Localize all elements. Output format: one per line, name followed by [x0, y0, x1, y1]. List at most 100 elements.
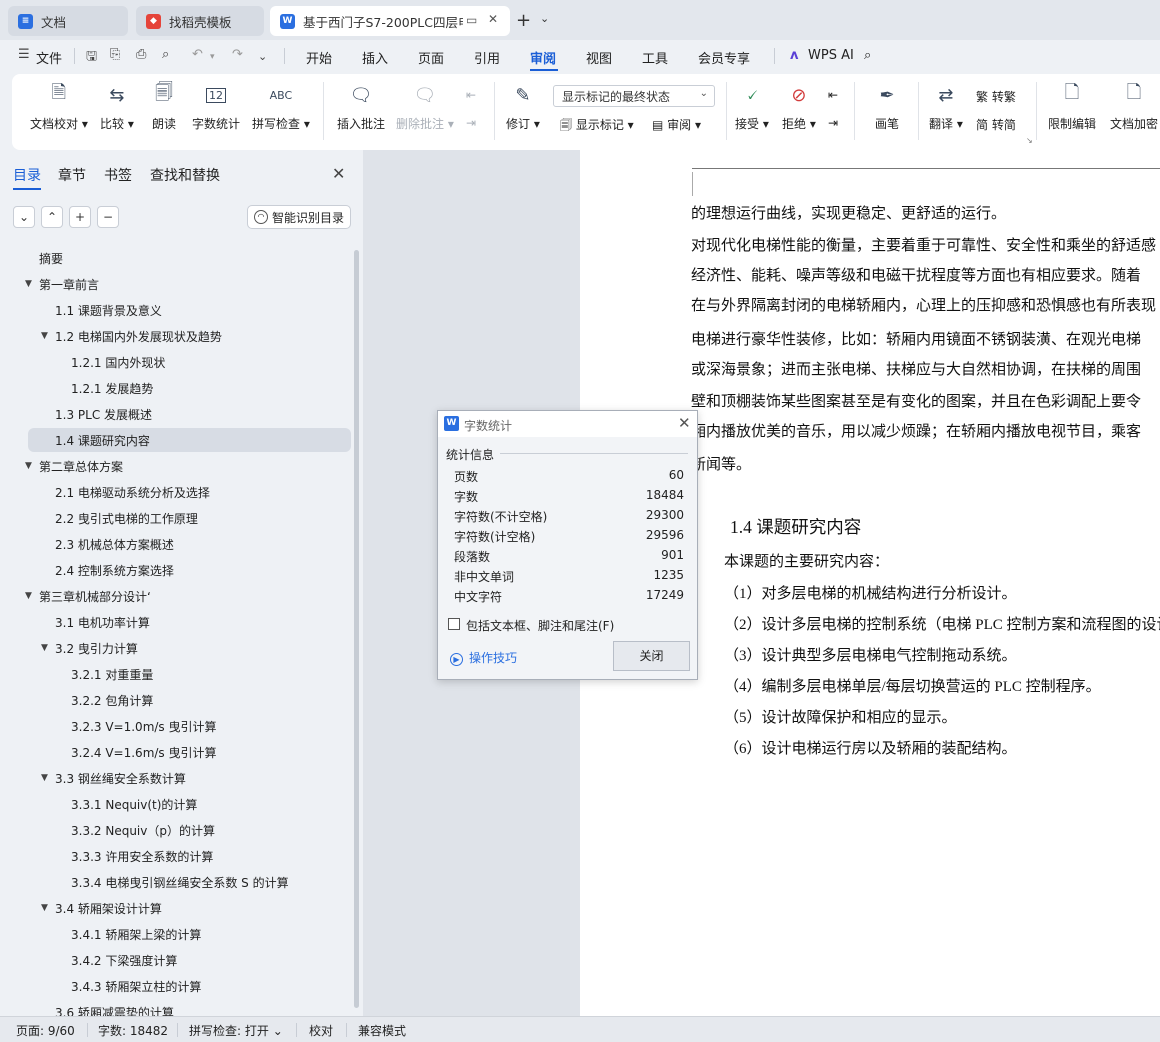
menu-tools[interactable]: 工具	[642, 48, 668, 67]
undo-icon[interactable]: ↶	[192, 47, 203, 62]
toc-item[interactable]: 2.4 控制系统方案选择	[55, 558, 174, 582]
close-button[interactable]: 关闭	[613, 641, 690, 671]
tab-close-icon[interactable]: ✕	[488, 12, 498, 26]
toc-item[interactable]: 第二章总体方案	[39, 454, 123, 478]
compare-button[interactable]: ⇆ 比较 ▾	[100, 82, 134, 132]
toc-item[interactable]: 1.4 课题研究内容	[55, 428, 150, 452]
reject-button[interactable]: ⊘ 拒绝 ▾	[782, 82, 816, 132]
close-icon[interactable]: ✕	[332, 164, 345, 183]
dialog-launcher-icon[interactable]: ↘	[1026, 136, 1033, 145]
collapse-up-button[interactable]: ⌃	[41, 206, 63, 228]
toc-item[interactable]: 3.2.1 对重重量	[71, 662, 153, 686]
scrollbar[interactable]	[354, 250, 359, 1008]
expand-arrow-icon[interactable]: ▼	[25, 461, 32, 471]
menu-view[interactable]: 视图	[586, 48, 612, 67]
export-icon[interactable]: ⎘	[110, 47, 120, 62]
toc-item[interactable]: 3.4 轿厢架设计计算	[55, 896, 162, 920]
encrypt-button[interactable]: 🗋 文档加密	[1110, 82, 1158, 132]
toc-item[interactable]: 3.3.4 电梯曳引钢丝绳安全系数 S 的计算	[71, 870, 289, 894]
menu-references[interactable]: 引用	[474, 48, 500, 67]
collapse-all-button[interactable]: ⌄	[13, 206, 35, 228]
read-aloud-button[interactable]: 🗐 朗读	[151, 82, 177, 132]
show-markup-button[interactable]: 🗐 显示标记 ▾	[560, 116, 634, 137]
to-traditional-button[interactable]: 繁 转繁	[976, 88, 1016, 105]
menu-file[interactable]: 文件	[36, 48, 62, 67]
delete-comment-button[interactable]: 🗨 删除批注 ▾	[396, 82, 454, 132]
toc-item[interactable]: 2.1 电梯驱动系统分析及选择	[55, 480, 210, 504]
spell-check-status[interactable]: 拼写检查: 打开 ⌄	[189, 1022, 283, 1039]
tab-bookmarks[interactable]: 书签	[104, 165, 132, 185]
print-preview-icon[interactable]: ⌕	[162, 47, 169, 62]
toc-item[interactable]: 3.3.1 Nequiv(t)的计算	[71, 792, 197, 816]
revise-button[interactable]: ✎ 修订 ▾	[506, 82, 540, 132]
doc-check-button[interactable]: 🗎 文档校对 ▾	[30, 82, 88, 132]
toc-item[interactable]: 3.3.3 许用安全系数的计算	[71, 844, 213, 868]
smart-toc-button[interactable]: ◠ 智能识别目录	[247, 205, 351, 229]
toc-item[interactable]: 1.3 PLC 发展概述	[55, 402, 152, 426]
translate-button[interactable]: ⇄ 翻译 ▾	[929, 82, 963, 132]
toc-item[interactable]: 3.2.3 V=1.0m/s 曳引计算	[71, 714, 217, 738]
tab-sections[interactable]: 章节	[58, 165, 86, 185]
dialog-titlebar[interactable]: W 字数统计 ✕	[438, 411, 697, 437]
chevron-down-icon[interactable]: ⌄	[540, 12, 549, 25]
expand-arrow-icon[interactable]: ▼	[41, 331, 48, 341]
menu-member[interactable]: 会员专享	[698, 48, 750, 67]
toc-item[interactable]: 3.2 曳引力计算	[55, 636, 138, 660]
search-icon[interactable]: ⌕	[864, 48, 871, 63]
expand-arrow-icon[interactable]: ▼	[25, 591, 32, 601]
remove-heading-button[interactable]: −	[97, 206, 119, 228]
print-icon[interactable]: ⎙	[136, 47, 146, 62]
proof-status[interactable]: 校对	[309, 1022, 333, 1039]
tab-current-document[interactable]: W 基于西门子S7-200PLC四层电梯控制系统设计 ▭ ✕	[270, 6, 510, 36]
include-textbox-checkbox[interactable]	[448, 618, 460, 630]
toc-item[interactable]: 3.4.1 轿厢架上梁的计算	[71, 922, 201, 946]
tab-find-replace[interactable]: 查找和替换	[150, 165, 220, 185]
toc-item[interactable]: 1.2 电梯国内外发展现状及趋势	[55, 324, 222, 348]
toc-item[interactable]: 2.3 机械总体方案概述	[55, 532, 174, 556]
menu-wps-ai[interactable]: WPS AI	[808, 48, 854, 63]
close-icon[interactable]: ✕	[678, 414, 691, 432]
menu-page[interactable]: 页面	[418, 48, 444, 67]
toc-item[interactable]: 3.1 电机功率计算	[55, 610, 150, 634]
redo-icon[interactable]: ↷	[232, 47, 243, 62]
accept-button[interactable]: 🗸 接受 ▾	[735, 82, 769, 132]
menu-home[interactable]: 开始	[306, 48, 332, 67]
expand-arrow-icon[interactable]: ▼	[41, 903, 48, 913]
page-indicator[interactable]: 页面: 9/60	[16, 1022, 75, 1039]
next-comment-icon[interactable]: ⇥	[466, 116, 476, 130]
toc-item[interactable]: 3.3 钢丝绳安全系数计算	[55, 766, 186, 790]
toc-item[interactable]: 第三章机械部分设计‘	[39, 584, 151, 608]
add-heading-button[interactable]: +	[69, 206, 91, 228]
save-icon[interactable]: 🖫	[86, 47, 97, 69]
restrict-edit-button[interactable]: 🗋 限制编辑	[1048, 82, 1096, 132]
insert-comment-button[interactable]: 🗨 插入批注	[337, 82, 385, 132]
toc-item[interactable]: 摘要	[39, 246, 63, 270]
next-change-icon[interactable]: ⇥	[828, 116, 838, 130]
to-simplified-button[interactable]: 简 转简	[976, 116, 1016, 133]
toc-item[interactable]: 1.2.1 国内外现状	[71, 350, 165, 374]
spell-check-button[interactable]: ABC 拼写检查 ▾	[252, 82, 310, 132]
toc-item[interactable]: 1.2.1 发展趋势	[71, 376, 153, 400]
tips-link[interactable]: ▶ 操作技巧	[450, 649, 517, 666]
ink-button[interactable]: ✒ 画笔	[874, 82, 900, 132]
markup-state-select[interactable]: 显示标记的最终状态 ⌄	[553, 85, 715, 107]
tab-toc[interactable]: 目录	[13, 165, 41, 185]
word-count-status[interactable]: 字数: 18482	[98, 1022, 168, 1039]
review-pane-button[interactable]: ▤ 审阅 ▾	[652, 116, 701, 133]
new-tab-icon[interactable]: +	[516, 10, 531, 31]
toc-item[interactable]: 1.1 课题背景及意义	[55, 298, 162, 322]
more-chevron-icon[interactable]: ⌄	[258, 50, 267, 63]
toc-item[interactable]: 3.2.2 包角计算	[71, 688, 153, 712]
tab-docs[interactable]: ≡ 文档	[8, 6, 128, 36]
toc-item[interactable]: 3.6 轿厢减震垫的计算	[55, 1000, 174, 1017]
prev-change-icon[interactable]: ⇤	[828, 88, 838, 102]
word-count-button[interactable]: 12 字数统计	[192, 82, 240, 132]
menu-insert[interactable]: 插入	[362, 48, 388, 67]
undo-chevron-icon[interactable]: ▾	[210, 52, 215, 62]
tab-docer-template[interactable]: ◆ 找稻壳模板	[136, 6, 264, 36]
toc-item[interactable]: 第一章前言	[39, 272, 99, 296]
expand-arrow-icon[interactable]: ▼	[25, 279, 32, 289]
toc-item[interactable]: 3.3.2 Nequiv（p）的计算	[71, 818, 215, 842]
tab-window-icon[interactable]: ▭	[466, 13, 477, 27]
hamburger-icon[interactable]: ☰	[18, 47, 30, 62]
